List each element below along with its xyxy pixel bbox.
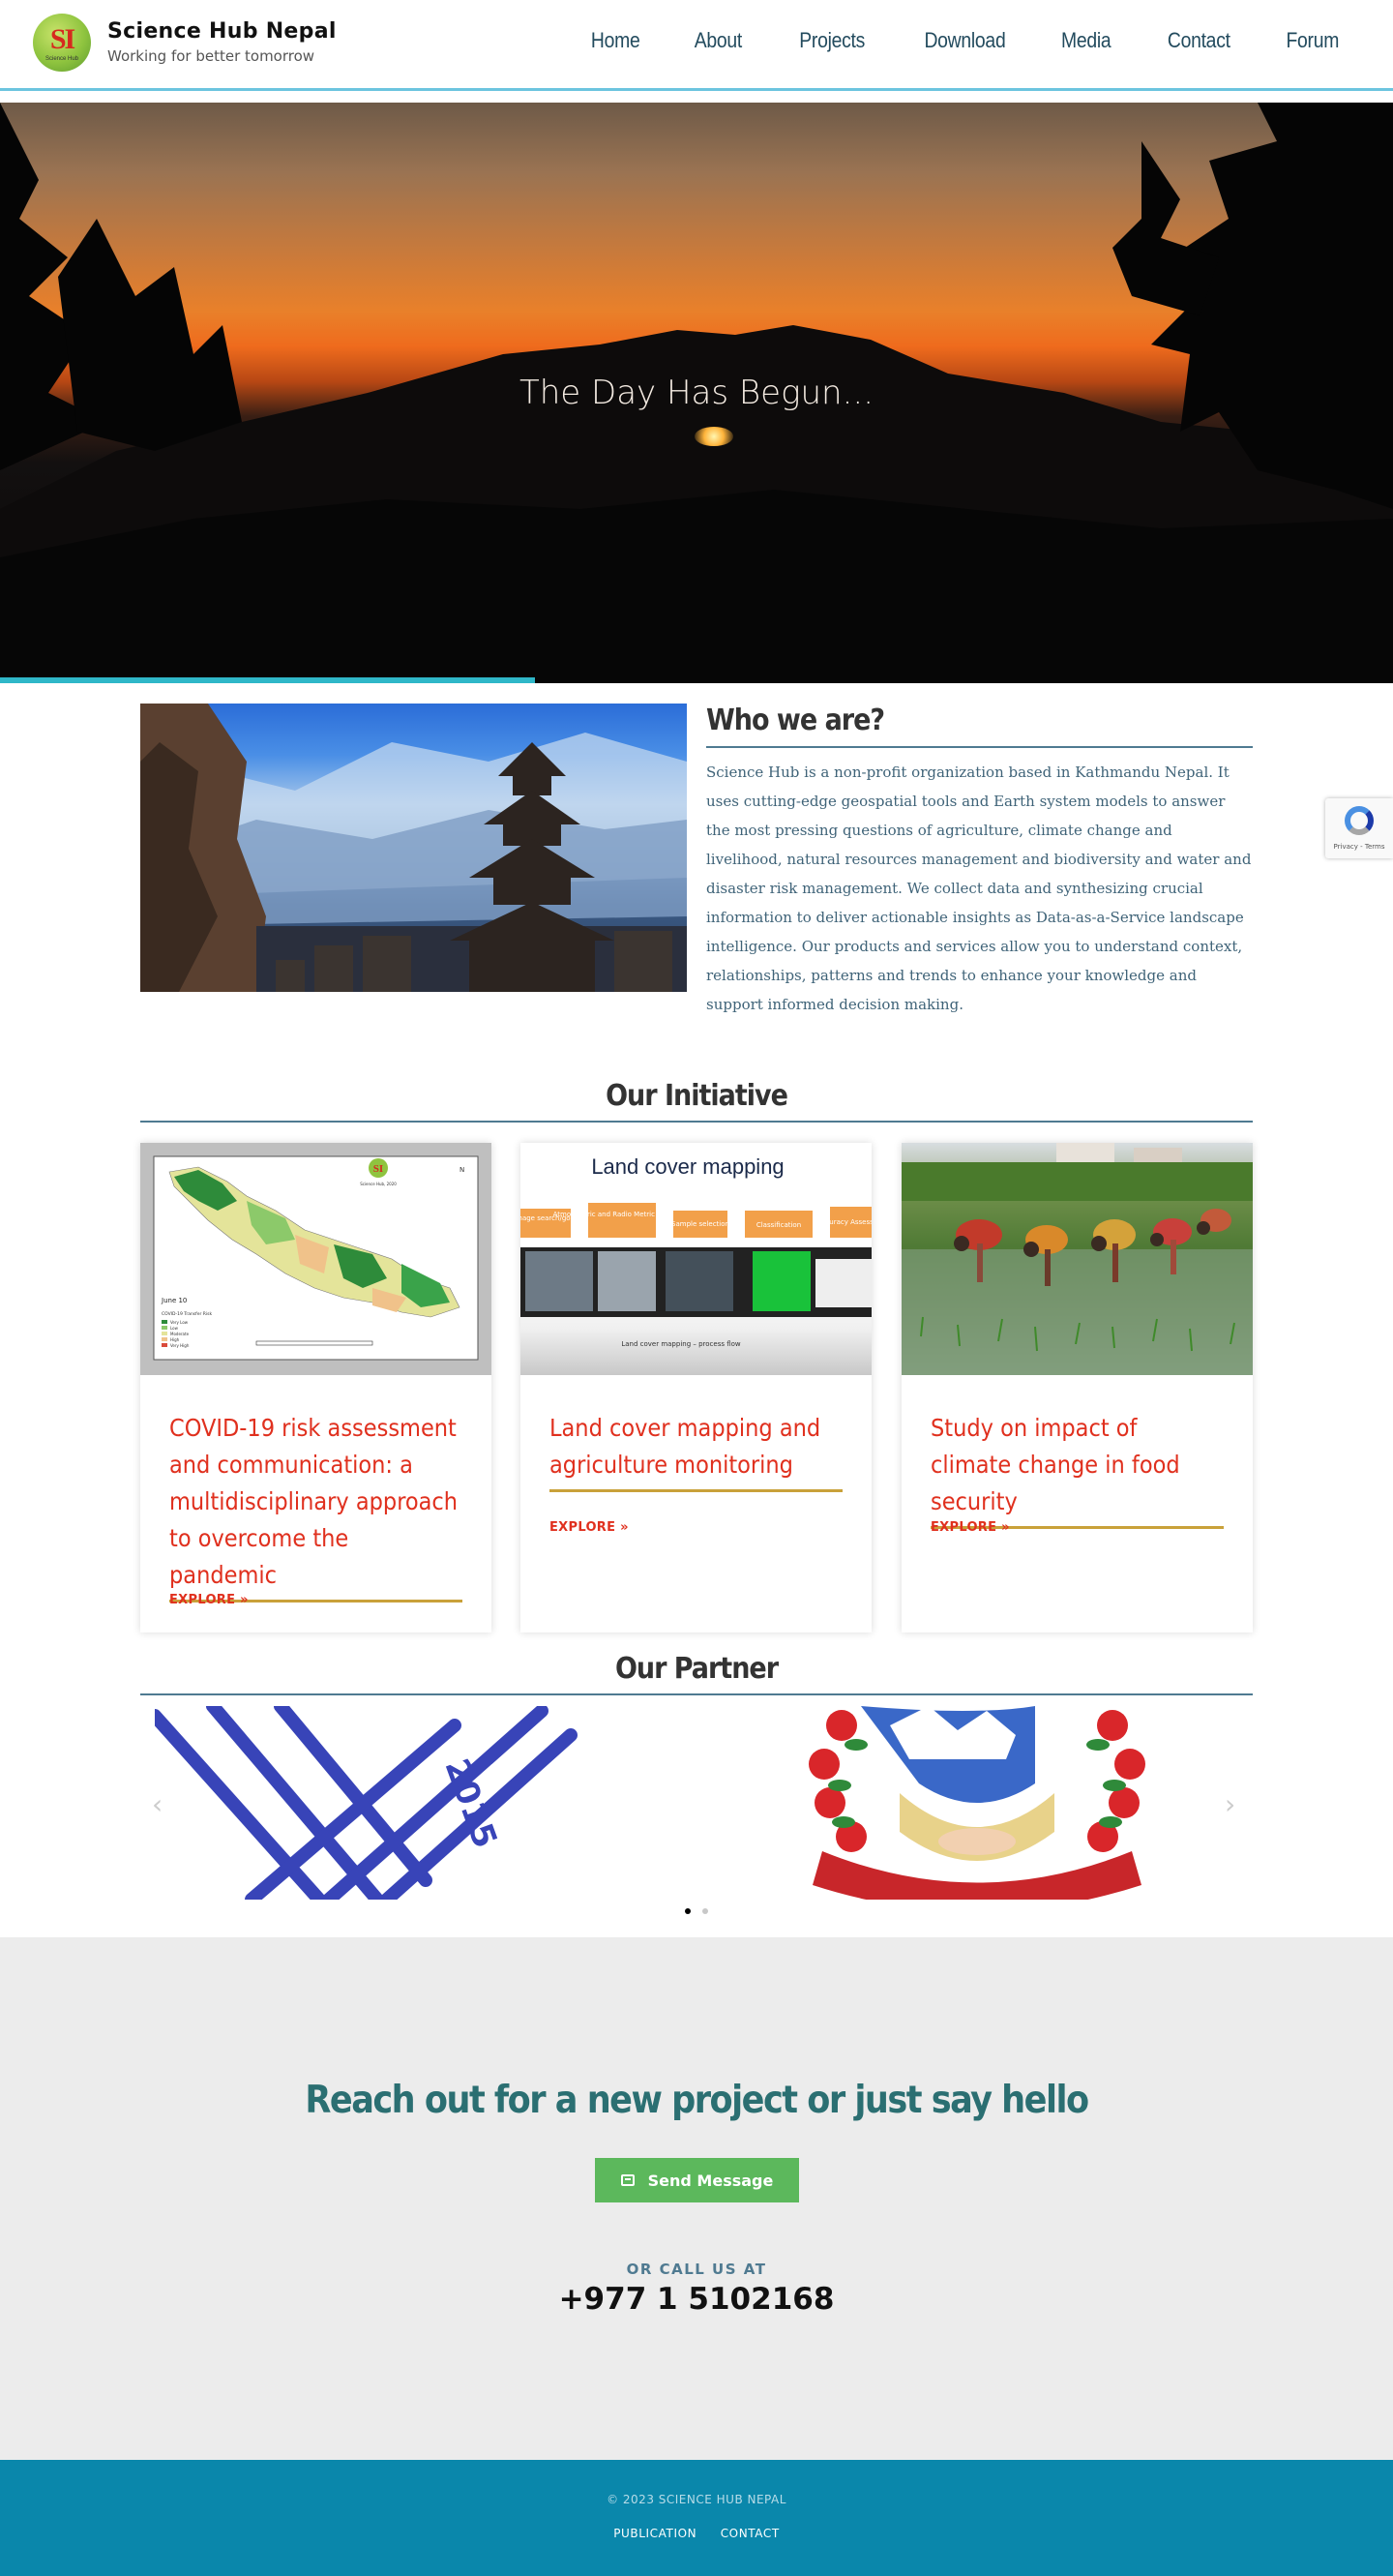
land-cover-process-image: Land cover mapping EO selection, Image s… xyxy=(520,1143,872,1375)
nav-media[interactable]: Media xyxy=(1061,28,1111,53)
about-text: Science Hub is a non-profit organization… xyxy=(706,764,1252,1013)
svg-text:Classification: Classification xyxy=(756,1221,801,1229)
carousel-dot[interactable] xyxy=(702,1908,708,1914)
initiative-card-food-security[interactable]: Study on impact of climate change in foo… xyxy=(902,1143,1253,1632)
about-title-divider xyxy=(706,746,1253,748)
nav-home[interactable]: Home xyxy=(591,28,640,53)
svg-text:High: High xyxy=(170,1337,180,1342)
nav-about[interactable]: About xyxy=(695,28,743,53)
carousel-next-icon[interactable]: › xyxy=(1225,1788,1235,1820)
explore-link[interactable]: EXPLORE » xyxy=(169,1593,249,1607)
footer-links: PUBLICATION CONTACT xyxy=(0,2525,1393,2542)
send-message-label: Send Message xyxy=(647,2171,774,2190)
logo-subtext: Science Hub xyxy=(44,56,79,62)
svg-text:Accuracy Assessment: Accuracy Assessment xyxy=(817,1218,872,1226)
send-message-button[interactable]: Send Message xyxy=(595,2158,799,2202)
copyright-text: © 2023 SCIENCE HUB NEPAL xyxy=(607,2493,786,2506)
footer-link-publication[interactable]: PUBLICATION xyxy=(613,2527,696,2540)
carousel-dot-active[interactable] xyxy=(685,1908,691,1914)
recaptcha-privacy-terms[interactable]: Privacy - Terms xyxy=(1325,843,1393,851)
rice-planting-image xyxy=(902,1143,1253,1375)
hero-slider: The Day Has Begun... xyxy=(0,103,1393,683)
contact-title: Reach out for a new project or just say … xyxy=(305,2079,1089,2122)
partner-logo-stamp[interactable]: 2015 xyxy=(155,1706,677,1900)
nav-contact[interactable]: Contact xyxy=(1168,28,1230,53)
svg-text:SI: SI xyxy=(373,1163,383,1175)
partner-title: Our Partner xyxy=(614,1652,779,1686)
svg-text:COVID-19 Transfer Risk: COVID-19 Transfer Risk xyxy=(162,1311,213,1317)
svg-text:Atmospheric and Radio Metric c: Atmospheric and Radio Metric correction xyxy=(553,1211,692,1218)
kathmandu-temple-image xyxy=(140,704,687,992)
covid-risk-map-image: SI Science Hub, 2020 N June 10 COVID-19 … xyxy=(140,1143,491,1375)
about-title: Who we are? xyxy=(706,704,885,737)
sun xyxy=(695,427,733,446)
initiative-card-land-cover[interactable]: Land cover mapping EO selection, Image s… xyxy=(520,1143,872,1632)
svg-text:N: N xyxy=(459,1166,464,1174)
call-us-label: OR CALL US AT xyxy=(626,2261,767,2278)
svg-text:Land cover mapping – process f: Land cover mapping – process flow xyxy=(621,1340,741,1348)
explore-link[interactable]: EXPLORE » xyxy=(549,1520,629,1535)
initiative-title: Our Initiative xyxy=(606,1079,788,1113)
svg-text:Low: Low xyxy=(170,1326,179,1331)
svg-text:Very Low: Very Low xyxy=(170,1320,189,1325)
slider-progress-bar xyxy=(0,677,535,683)
contact-section: Reach out for a new project or just say … xyxy=(0,1937,1393,2460)
brand-name[interactable]: Science Hub Nepal xyxy=(107,19,337,44)
svg-text:June 10: June 10 xyxy=(161,1297,187,1304)
svg-text:Moderate: Moderate xyxy=(170,1332,190,1336)
logo-mark: SI xyxy=(49,23,75,55)
message-icon xyxy=(620,2174,635,2186)
nav-projects[interactable]: Projects xyxy=(800,28,866,53)
recaptcha-badge[interactable]: Privacy - Terms xyxy=(1325,798,1393,858)
nav-forum[interactable]: Forum xyxy=(1286,28,1339,53)
svg-text:Very High: Very High xyxy=(170,1343,190,1348)
svg-text:Sample selection: Sample selection xyxy=(671,1220,729,1228)
footer-link-contact[interactable]: CONTACT xyxy=(721,2527,780,2540)
partner-divider xyxy=(140,1693,1253,1695)
card-title[interactable]: Land cover mapping and agriculture monit… xyxy=(549,1410,843,1492)
initiative-card-covid[interactable]: SI Science Hub, 2020 N June 10 COVID-19 … xyxy=(140,1143,491,1632)
svg-text:Science Hub, 2020: Science Hub, 2020 xyxy=(360,1182,397,1186)
site-header: SI Science Hub Science Hub Nepal Working… xyxy=(0,0,1393,91)
site-footer: © 2023 SCIENCE HUB NEPAL PUBLICATION CON… xyxy=(0,2460,1393,2576)
initiative-divider xyxy=(140,1121,1253,1123)
card-title[interactable]: Study on impact of climate change in foo… xyxy=(931,1410,1224,1529)
site-logo[interactable]: SI Science Hub xyxy=(33,14,91,72)
main-nav: Home About Projects Download Media Conta… xyxy=(536,28,1340,53)
card-title[interactable]: COVID-19 risk assessment and communicati… xyxy=(169,1410,462,1603)
explore-link[interactable]: EXPLORE » xyxy=(931,1520,1010,1535)
recaptcha-icon xyxy=(1345,806,1374,835)
svg-text:Land cover mapping: Land cover mapping xyxy=(591,1154,784,1179)
nepal-government-emblem[interactable] xyxy=(716,1706,1238,1900)
nav-download[interactable]: Download xyxy=(925,28,1006,53)
hero-title: The Day Has Begun... xyxy=(519,374,874,412)
phone-number[interactable]: +977 1 5102168 xyxy=(0,2282,1393,2317)
brand-tagline: Working for better tomorrow xyxy=(107,47,315,65)
